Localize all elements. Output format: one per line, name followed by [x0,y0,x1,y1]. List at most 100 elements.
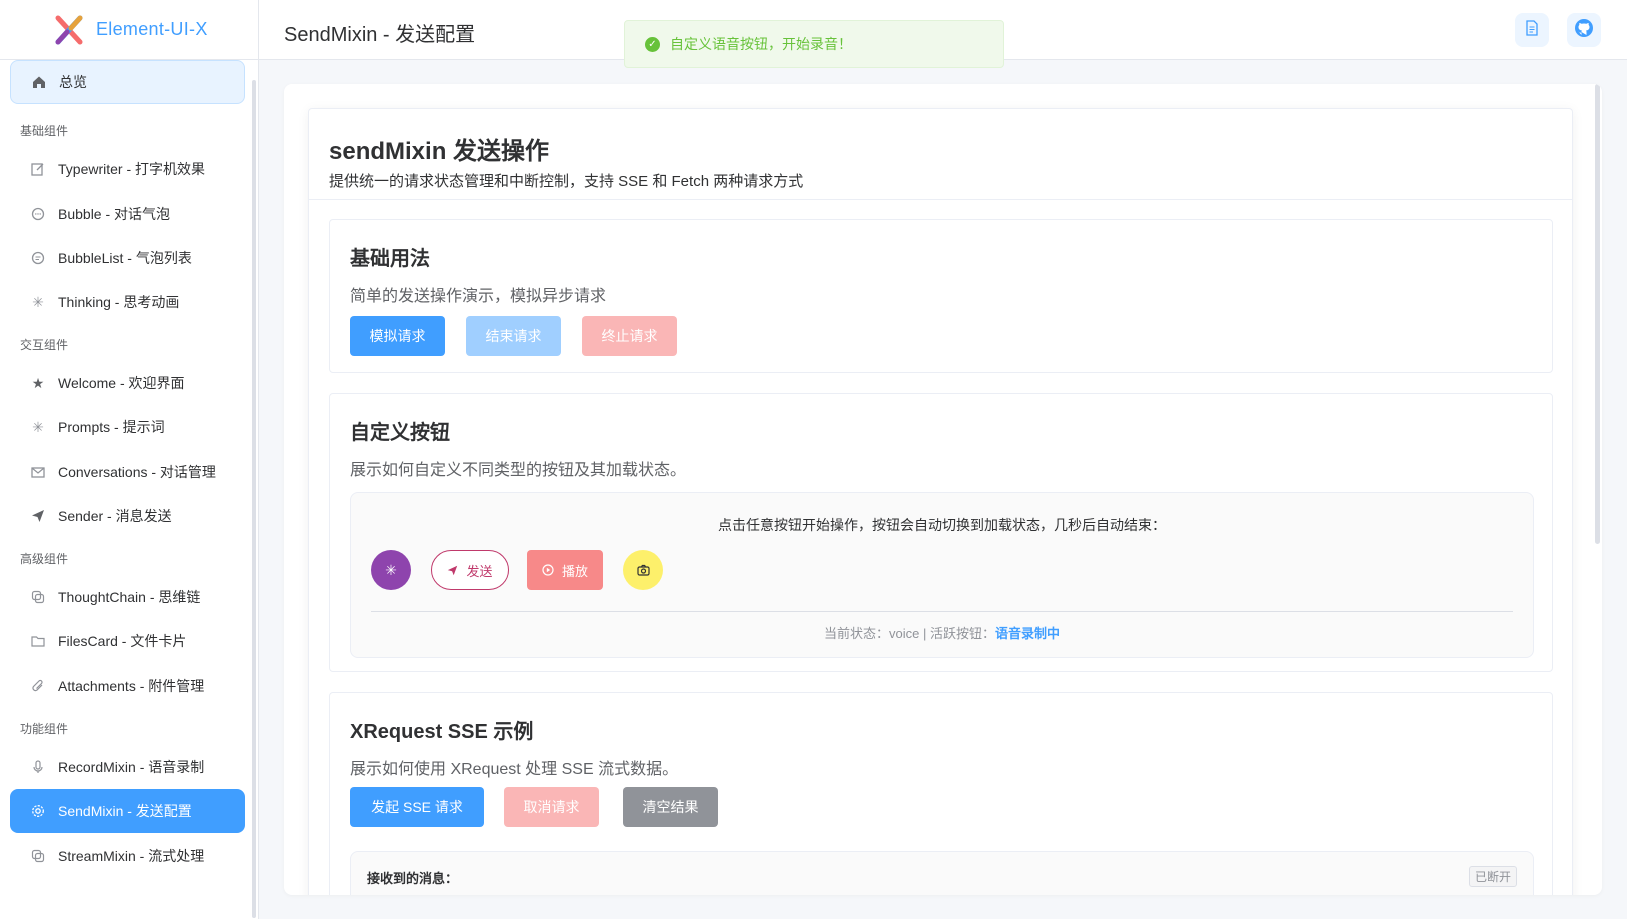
copy-icon [30,589,46,605]
clear-result-button[interactable]: 清空结果 [623,787,718,827]
camera-button[interactable] [623,550,663,590]
play-label: 播放 [561,563,588,579]
send-button[interactable]: 发送 [431,550,509,590]
sidebar-item-recordmixin[interactable]: RecordMixin - 语音录制 [10,745,245,789]
cancel-request-button[interactable]: 取消请求 [504,787,599,827]
home-icon [31,74,47,90]
page-title: SendMixin - 发送配置 [284,24,476,46]
simulate-request-button[interactable]: 模拟请求 [350,316,445,356]
github-icon [1574,18,1594,43]
mail-icon [30,464,46,480]
sidebar: Element-UI-X 总览 基础组件 Typewriter - 打字机效果 … [0,0,259,919]
sidebar-scrollbar[interactable] [252,80,256,918]
microphone-icon [30,759,46,775]
sidebar-item-label: Welcome - 欢迎界面 [58,375,185,391]
play-button[interactable]: 播放 [527,550,603,590]
sidebar-item-label: Conversations - 对话管理 [58,464,216,480]
document-icon [1524,19,1540,41]
group-label-basic: 基础组件 [20,124,69,138]
gear-icon [30,803,46,819]
demo-hint: 点击任意按钮开始操作，按钮会自动切换到加载状态，几秒后自动结束： [718,517,1166,533]
toast-message: 自定义语音按钮，开始录音！ [670,36,852,52]
paperclip-icon [30,678,46,694]
sidebar-item-conversations[interactable]: Conversations - 对话管理 [10,450,245,494]
sidebar-item-welcome[interactable]: ★ Welcome - 欢迎界面 [10,361,245,405]
sidebar-item-label: RecordMixin - 语音录制 [58,759,205,775]
section-title: 基础用法 [350,248,430,270]
check-circle-icon: ✓ [645,36,660,52]
section-desc: 简单的发送操作演示，模拟异步请求 [350,288,607,305]
sidebar-item-thinking[interactable]: ✳ Thinking - 思考动画 [10,280,245,324]
sendmixin-card: sendMixin 发送操作 提供统一的请求状态管理和中断控制，支持 SSE 和… [308,108,1573,895]
received-label: 接收到的消息： [367,871,459,886]
section-title: XRequest SSE 示例 [350,721,534,743]
status-prefix: 当前状态：voice | 活跃按钮： [824,626,995,641]
sidebar-item-label: Prompts - 提示词 [58,419,165,435]
section-custom-buttons: 自定义按钮 展示如何自定义不同类型的按钮及其加载状态。 点击任意按钮开始操作，按… [329,393,1553,672]
sidebar-item-label: Sender - 消息发送 [58,508,172,524]
sidebar-item-label: Thinking - 思考动画 [58,294,180,310]
sidebar-item-filescard[interactable]: FilesCard - 文件卡片 [10,619,245,663]
sidebar-item-label: BubbleList - 气泡列表 [58,250,192,266]
card-title: sendMixin 发送操作 [329,138,550,165]
sidebar-item-typewriter[interactable]: Typewriter - 打字机效果 [10,147,245,191]
sidebar-item-thoughtchain[interactable]: ThoughtChain - 思维链 [10,575,245,619]
sidebar-item-sendmixin[interactable]: SendMixin - 发送配置 [10,789,245,833]
copy-icon [30,848,46,864]
status-line: 当前状态：voice | 活跃按钮：语音录制中 [351,623,1533,642]
github-button[interactable] [1567,13,1601,47]
sidebar-item-prompts[interactable]: ✳ Prompts - 提示词 [10,405,245,449]
send-icon [447,565,458,576]
card-subtitle: 提供统一的请求状态管理和中断控制，支持 SSE 和 Fetch 两种请求方式 [329,173,804,190]
sidebar-item-label: SendMixin - 发送配置 [58,803,192,819]
status-active: 语音录制中 [994,626,1060,641]
section-desc: 展示如何自定义不同类型的按钮及其加载状态。 [350,462,687,479]
sidebar-menu: 总览 基础组件 Typewriter - 打字机效果 Bubble - 对话气泡… [0,60,259,919]
sidebar-item-streammixin[interactable]: StreamMixin - 流式处理 [10,834,245,878]
sidebar-item-label: Bubble - 对话气泡 [58,206,171,222]
sidebar-item-label: FilesCard - 文件卡片 [58,633,187,649]
send-label: 发送 [466,563,493,579]
logo-text: Element-UI-X [96,19,208,39]
sidebar-item-sender[interactable]: Sender - 消息发送 [10,494,245,538]
sidebar-item-label: StreamMixin - 流式处理 [58,848,205,864]
voice-button[interactable]: ✳ [371,550,411,590]
sidebar-item-attachments[interactable]: Attachments - 附件管理 [10,664,245,708]
send-icon [30,508,46,524]
section-desc: 展示如何使用 XRequest 处理 SSE 流式数据。 [350,761,679,778]
logo[interactable]: Element-UI-X [0,0,258,60]
star-icon: ★ [31,374,45,391]
edit-icon [30,161,46,177]
group-label-interactive: 交互组件 [20,338,69,352]
sidebar-item-bubblelist[interactable]: BubbleList - 气泡列表 [10,236,245,280]
loading-icon: ✳ [32,293,44,310]
logo-x-icon [54,15,84,45]
loading-icon: ✳ [385,561,397,578]
sidebar-item-label: 总览 [59,74,87,90]
section-basic: 基础用法 简单的发送操作演示，模拟异步请求 模拟请求 结束请求 终止请求 [329,219,1553,373]
abort-request-button[interactable]: 终止请求 [582,316,677,356]
loading-icon: ✳ [32,418,44,435]
success-toast: ✓ 自定义语音按钮，开始录音！ [624,20,1004,68]
main-scrollbar[interactable] [1595,84,1600,544]
section-xrequest: XRequest SSE 示例 展示如何使用 XRequest 处理 SSE 流… [329,692,1553,895]
camera-icon [636,564,650,576]
docs-button[interactable] [1515,13,1549,47]
group-label-function: 功能组件 [20,722,69,736]
play-icon [542,564,554,576]
sidebar-item-bubble[interactable]: Bubble - 对话气泡 [10,192,245,236]
finish-request-button[interactable]: 结束请求 [466,316,561,356]
sidebar-item-home[interactable]: 总览 [10,60,245,104]
demo-box: 点击任意按钮开始操作，按钮会自动切换到加载状态，几秒后自动结束： ✳ 发送 播放 [350,492,1534,658]
folder-icon [30,633,46,649]
received-messages-box: 接收到的消息： 已断开 [350,851,1534,895]
start-sse-button[interactable]: 发起 SSE 请求 [350,787,484,827]
section-title: 自定义按钮 [350,422,450,444]
connection-status-badge: 已断开 [1468,866,1517,887]
sidebar-item-label: ThoughtChain - 思维链 [58,589,201,605]
sidebar-item-label: Typewriter - 打字机效果 [58,161,206,177]
sidebar-item-label: Attachments - 附件管理 [58,678,205,694]
card-header: sendMixin 发送操作 提供统一的请求状态管理和中断控制，支持 SSE 和… [309,109,1572,200]
divider [371,611,1513,612]
group-label-advanced: 高级组件 [20,552,69,566]
